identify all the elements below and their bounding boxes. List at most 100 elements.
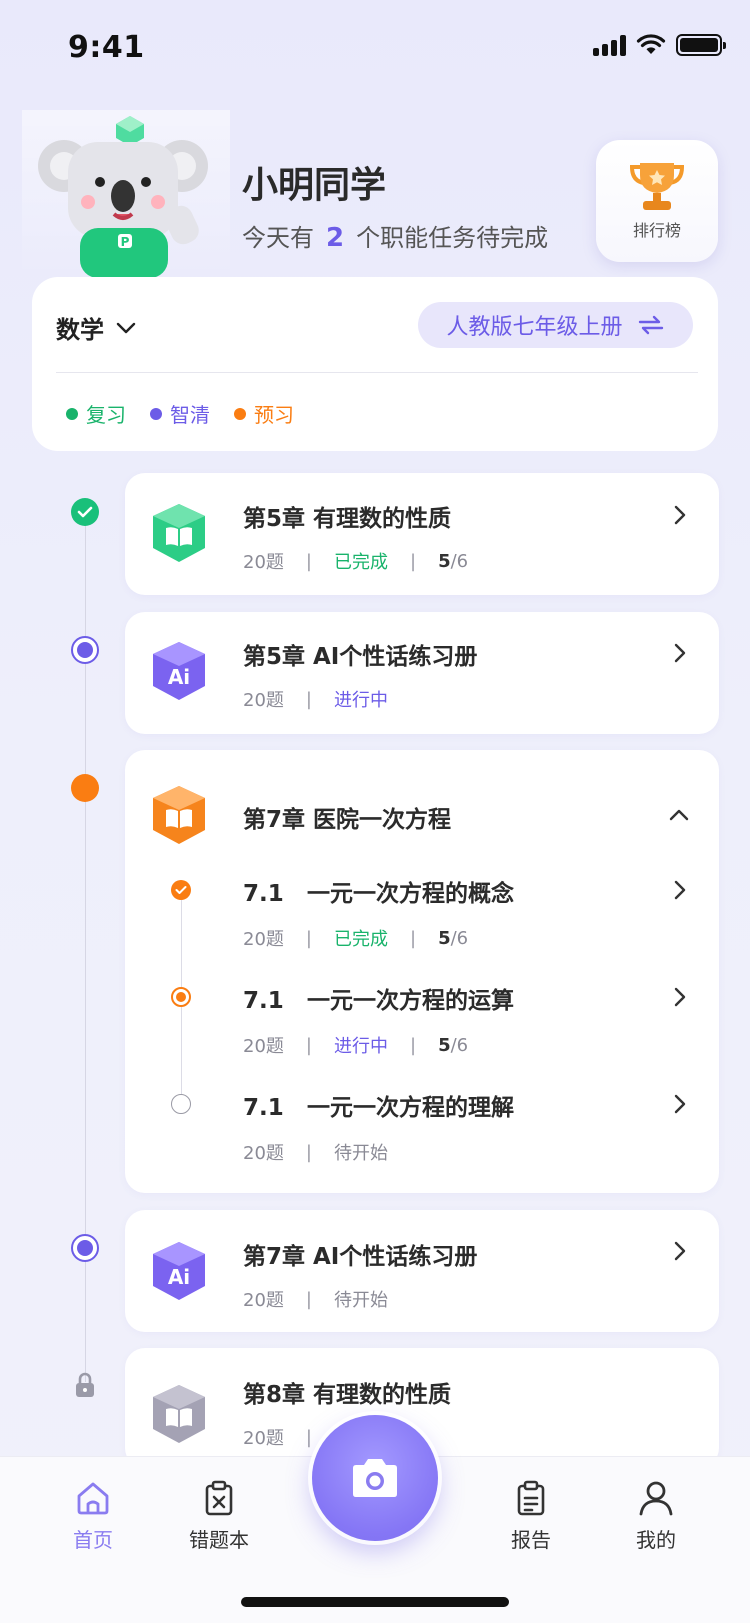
chevron-right-icon xyxy=(674,505,686,525)
trophy-icon xyxy=(629,163,685,210)
legend-dot xyxy=(234,407,246,420)
nav-mine-label: 我的 xyxy=(636,1528,676,1552)
chevron-right-icon xyxy=(674,880,686,900)
user-name: 小明同学 xyxy=(242,165,387,206)
chapter-card[interactable] xyxy=(125,612,719,734)
status-label: 进行中 xyxy=(333,1036,388,1057)
progress: 5/6 xyxy=(438,1035,468,1056)
chapter-title: 第8章 有理数的性质 xyxy=(243,1382,452,1408)
progress-done: 5 xyxy=(438,550,451,572)
question-count: 20题 xyxy=(243,1290,284,1311)
edition-switch-button[interactable]: 人教版七年级上册 xyxy=(418,302,693,348)
chevron-right-icon xyxy=(674,1094,686,1114)
status-icons xyxy=(593,33,726,57)
task-suffix: 个职能任务待完成 xyxy=(356,224,549,252)
chapter-card[interactable] xyxy=(125,1210,719,1332)
separator: | xyxy=(305,688,312,710)
book-icon xyxy=(153,786,205,844)
separator: | xyxy=(409,1034,417,1056)
status-label: 已完成 xyxy=(333,929,388,950)
question-count: 20题 xyxy=(243,1036,284,1057)
legend-item-review: 复习 xyxy=(66,399,126,428)
legend: 复习 智清 预习 xyxy=(66,399,294,428)
chapter-title: 第5章 AI个性话练习册 xyxy=(243,644,478,670)
chevron-right-icon xyxy=(674,987,686,1007)
nav-home[interactable]: 首页 xyxy=(38,1480,148,1553)
lesson-item[interactable]: 7.1 一元一次方程的理解 xyxy=(243,1088,514,1122)
chapter-card[interactable] xyxy=(125,473,719,595)
task-prefix: 今天有 xyxy=(242,224,314,252)
timeline-node-preview xyxy=(71,774,99,802)
book-icon xyxy=(153,504,205,562)
separator: | xyxy=(409,550,417,572)
separator: | xyxy=(305,1034,312,1056)
progress: 5/6 xyxy=(438,928,468,949)
timeline-node-ai xyxy=(71,1234,99,1262)
nav-home-label: 首页 xyxy=(73,1528,113,1552)
signal-icon xyxy=(593,34,626,56)
nav-mistakes-label: 错题本 xyxy=(189,1528,249,1552)
progress-done: 5 xyxy=(438,927,451,949)
lesson-node-in-progress xyxy=(171,987,191,1007)
chapter-title: 第5章 有理数的性质 xyxy=(243,506,452,532)
svg-text:Ai: Ai xyxy=(168,665,190,689)
chevron-up-icon[interactable] xyxy=(668,806,690,822)
progress-total: /6 xyxy=(450,927,469,949)
question-count: 20题 xyxy=(243,690,284,711)
lesson-title: 一元一次方程的理解 xyxy=(307,1095,514,1121)
lesson-item[interactable]: 7.1 一元一次方程的运算 xyxy=(243,981,514,1015)
chapter-title: 第7章 AI个性话练习册 xyxy=(243,1244,478,1270)
wifi-icon xyxy=(636,34,666,54)
koala-mascot-image: P xyxy=(22,110,230,278)
separator: | xyxy=(305,1141,312,1163)
nav-report-label: 报告 xyxy=(511,1528,551,1552)
svg-text:P: P xyxy=(121,235,130,249)
separator: | xyxy=(305,1288,312,1310)
nav-mine[interactable]: 我的 xyxy=(601,1480,711,1553)
chevron-down-icon xyxy=(116,322,136,333)
lesson-meta: 20题 | 已完成 | 5/6 xyxy=(243,925,468,951)
leaderboard-label: 排行榜 xyxy=(632,221,681,240)
separator: | xyxy=(305,550,312,572)
separator: | xyxy=(305,927,312,949)
separator: | xyxy=(305,1426,312,1448)
progress-total: /6 xyxy=(450,550,469,572)
book-icon xyxy=(153,1385,205,1443)
home-icon xyxy=(77,1482,109,1515)
chevron-right-icon xyxy=(674,1241,686,1261)
legend-dot xyxy=(66,407,78,420)
legend-label: 复习 xyxy=(86,403,126,427)
separator: | xyxy=(409,927,417,949)
camera-icon xyxy=(353,1459,397,1497)
question-count: 20题 xyxy=(243,552,284,573)
progress: 5/6 xyxy=(438,551,468,572)
lesson-number: 7.1 xyxy=(243,1095,284,1121)
legend-item-smart: 智清 xyxy=(150,399,210,428)
progress-done: 5 xyxy=(438,1034,451,1056)
user-icon xyxy=(639,1481,673,1516)
edition-label: 人教版七年级上册 xyxy=(446,315,623,340)
leaderboard-button[interactable]: 排行榜 xyxy=(596,140,718,262)
ai-icon: Ai xyxy=(153,642,205,700)
check-icon xyxy=(77,506,93,518)
ai-icon: Ai xyxy=(153,1242,205,1300)
legend-item-preview: 预习 xyxy=(234,399,294,428)
svg-text:Ai: Ai xyxy=(168,1265,190,1289)
camera-button[interactable] xyxy=(312,1415,438,1541)
lesson-meta: 20题 | 进行中 | 5/6 xyxy=(243,1032,468,1058)
divider xyxy=(56,372,698,373)
chapter-meta: 20题 | 已完成 | 5/6 xyxy=(243,548,468,574)
timeline-node-ai xyxy=(71,636,99,664)
nav-mistakes[interactable]: 错题本 xyxy=(164,1480,274,1553)
status-label: 待开始 xyxy=(333,1143,388,1164)
subject-dropdown[interactable]: 数学 xyxy=(56,310,136,345)
lesson-item[interactable]: 7.1 一元一次方程的概念 xyxy=(243,874,514,908)
question-count: 20题 xyxy=(243,1143,284,1164)
lesson-title: 一元一次方程的概念 xyxy=(307,881,514,907)
lesson-meta: 20题 | 待开始 xyxy=(243,1139,388,1165)
nav-report[interactable]: 报告 xyxy=(476,1480,586,1553)
status-label: 已完成 xyxy=(333,552,388,573)
progress-total: /6 xyxy=(450,1034,469,1056)
lesson-title: 一元一次方程的运算 xyxy=(307,988,514,1014)
battery-icon xyxy=(676,34,726,56)
